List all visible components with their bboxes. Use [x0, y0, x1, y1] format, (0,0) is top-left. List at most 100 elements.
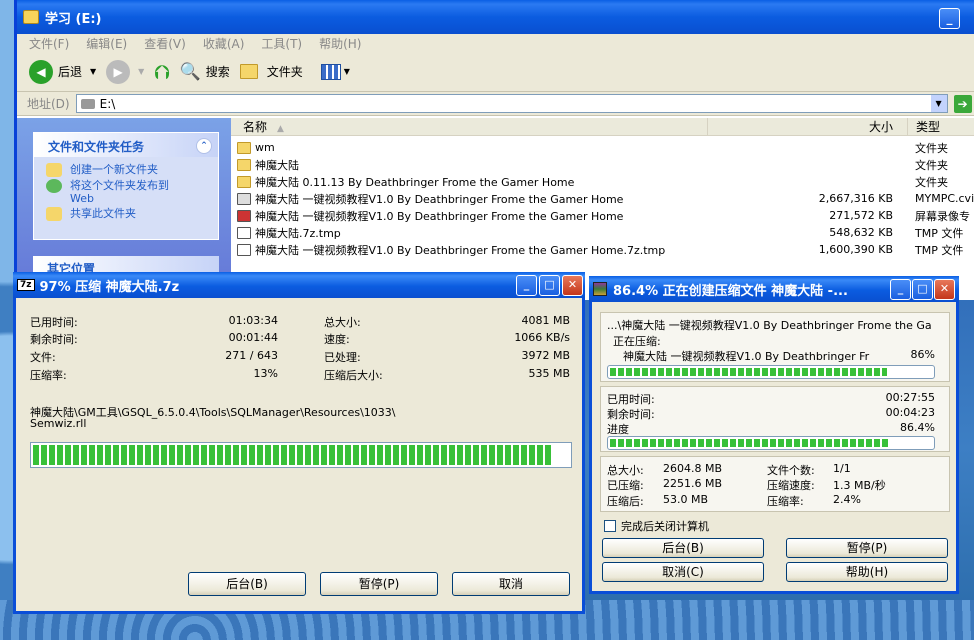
close-button[interactable]: ✕	[562, 275, 583, 296]
file-type: MYMPC.cvi	[915, 192, 974, 205]
toolbar: ◀ 后退 ▼ ▶ ▼ ⮉ 🔍 搜索 文件夹 ▼	[17, 52, 974, 92]
file-size: 548,632 KB	[829, 226, 893, 239]
menu-edit[interactable]: 编辑(E)	[86, 35, 127, 52]
explorer-titlebar[interactable]: 学习 (E:) _	[17, 0, 974, 34]
file-name: 神魔大陆 0.11.13 By Deathbringer Frome the G…	[255, 175, 575, 189]
shutdown-option[interactable]: 完成后关闭计算机	[604, 518, 709, 534]
current-file-group: ...\神魔大陆 一键视频教程V1.0 By Deathbringer From…	[600, 312, 950, 382]
menu-bar: 文件(F) 编辑(E) 查看(V) 收藏(A) 工具(T) 帮助(H)	[17, 34, 974, 52]
elapsed-value: 00:27:55	[885, 391, 935, 404]
folders-button[interactable]: 文件夹	[239, 63, 303, 80]
ratio-value: 13%	[253, 367, 278, 380]
after-value: 53.0 MB	[663, 493, 709, 506]
menu-file[interactable]: 文件(F)	[29, 35, 69, 52]
total-value: 4081 MB	[521, 314, 570, 327]
remaining-label: 剩余时间:	[30, 333, 78, 346]
winrar-titlebar[interactable]: 86.4% 正在创建压缩文件 神魔大陆 -... _ □ ✕	[589, 276, 959, 302]
cancel-button[interactable]: 取消	[452, 572, 570, 596]
task-share-folder[interactable]: 共享此文件夹	[34, 205, 218, 221]
search-icon: 🔍	[179, 61, 201, 82]
remaining-value: 00:01:44	[228, 331, 278, 344]
file-row[interactable]: 神魔大陆 一键视频教程V1.0 By Deathbringer Frome th…	[231, 207, 974, 224]
help-button[interactable]: 帮助(H)	[786, 562, 948, 582]
shutdown-checkbox[interactable]	[604, 520, 616, 532]
file-name: 神魔大陆 一键视频教程V1.0 By Deathbringer Frome th…	[255, 209, 624, 223]
count-value: 1/1	[833, 462, 851, 475]
task-share-label: 共享此文件夹	[70, 207, 136, 220]
pause-button[interactable]: 暂停(P)	[320, 572, 438, 596]
maximize-button[interactable]: □	[912, 279, 933, 300]
menu-tools[interactable]: 工具(T)	[261, 35, 302, 52]
ratio-value: 2.4%	[833, 493, 861, 506]
folders-icon	[239, 64, 258, 79]
sevenzip-titlebar[interactable]: 7z 97% 压缩 神魔大陆.7z _ □ ✕	[13, 272, 585, 298]
file-type: 文件夹	[915, 175, 948, 189]
file-name: 神魔大陆 一键视频教程V1.0 By Deathbringer Frome th…	[255, 243, 666, 257]
file-type: TMP 文件	[915, 243, 964, 257]
cancel-button[interactable]: 取消(C)	[602, 562, 764, 582]
file-row[interactable]: 神魔大陆 文件夹	[231, 156, 974, 173]
tasks-header[interactable]: 文件和文件夹任务 ⌃	[34, 133, 218, 157]
files-value: 271 / 643	[225, 349, 278, 362]
drive-icon	[80, 98, 95, 109]
pause-button[interactable]: 暂停(P)	[786, 538, 948, 558]
document-icon	[237, 226, 251, 239]
file-row[interactable]: 神魔大陆 一键视频教程V1.0 By Deathbringer Frome th…	[231, 190, 974, 207]
document-icon	[237, 243, 251, 256]
folder-icon	[237, 175, 251, 188]
column-headers: 名称 ▲ 大小 类型	[231, 118, 974, 136]
chevron-down-icon[interactable]: ▼	[930, 95, 947, 112]
file-row[interactable]: 神魔大陆 0.11.13 By Deathbringer Frome the G…	[231, 173, 974, 190]
file-row[interactable]: wm 文件夹	[231, 139, 974, 156]
up-button[interactable]: ⮉	[154, 60, 169, 84]
search-button[interactable]: 🔍 搜索	[180, 62, 230, 82]
views-button[interactable]: ▼	[320, 63, 350, 80]
task-publish-web[interactable]: 将这个文件夹发布到 Web	[34, 177, 218, 205]
address-bar: 地址(D) E:\ ▼ ➔	[17, 92, 974, 116]
ratio-label: 压缩率:	[767, 495, 804, 508]
compressed-value: 2251.6 MB	[663, 477, 723, 490]
minimize-button[interactable]: _	[516, 275, 537, 296]
column-name[interactable]: 名称 ▲	[231, 118, 707, 135]
menu-favorites[interactable]: 收藏(A)	[203, 35, 245, 52]
after-label: 压缩后:	[607, 495, 644, 508]
column-size[interactable]: 大小	[707, 118, 907, 135]
share-folder-icon	[46, 207, 62, 221]
winrar-icon	[593, 282, 607, 296]
collapse-icon[interactable]: ⌃	[196, 138, 212, 154]
file-row[interactable]: 神魔大陆.7z.tmp 548,632 KB TMP 文件	[231, 224, 974, 241]
speed-value: 1.3 MB/秒	[833, 479, 886, 492]
back-button[interactable]: ◀ 后退 ▼	[29, 59, 96, 84]
processed-value: 3972 MB	[521, 349, 570, 362]
total-label: 总大小:	[607, 464, 644, 477]
file-folder-tasks: 文件和文件夹任务 ⌃ 创建一个新文件夹 将这个文件夹发布到 Web 共享此文件夹	[33, 132, 219, 240]
forward-button[interactable]: ▶ ▼	[106, 59, 144, 84]
close-button[interactable]: ✕	[934, 279, 955, 300]
menu-view[interactable]: 查看(V)	[144, 35, 186, 52]
menu-help[interactable]: 帮助(H)	[319, 35, 361, 52]
background-button[interactable]: 后台(B)	[602, 538, 764, 558]
progress-value: 86.4%	[900, 421, 935, 434]
current-file: Semwiz.rll	[30, 417, 87, 430]
remaining-value: 00:04:23	[885, 406, 935, 419]
progress-fill	[610, 439, 889, 447]
background-button[interactable]: 后台(B)	[188, 572, 306, 596]
column-type[interactable]: 类型	[907, 118, 974, 135]
video-file-icon	[237, 209, 251, 222]
address-input[interactable]: E:\ ▼	[75, 94, 948, 113]
views-icon	[320, 63, 341, 80]
address-value: E:\	[99, 96, 116, 111]
files-label: 文件:	[30, 351, 56, 364]
file-size: 2,667,316 KB	[818, 192, 893, 205]
time-group: 已用时间: 00:27:55 剩余时间: 00:04:23 进度 86.4%	[600, 386, 950, 452]
task-new-folder[interactable]: 创建一个新文件夹	[34, 157, 218, 177]
go-button[interactable]: ➔	[953, 94, 972, 113]
file-type: 文件夹	[915, 141, 948, 155]
shutdown-label: 完成后关闭计算机	[621, 520, 709, 533]
stats-group: 总大小: 2604.8 MB 已压缩: 2251.6 MB 压缩后: 53.0 …	[600, 456, 950, 512]
maximize-button[interactable]: □	[539, 275, 560, 296]
speed-label: 压缩速度:	[767, 479, 815, 492]
minimize-button[interactable]: _	[890, 279, 911, 300]
minimize-button[interactable]: _	[939, 8, 960, 29]
file-row[interactable]: 神魔大陆 一键视频教程V1.0 By Deathbringer Frome th…	[231, 241, 974, 258]
